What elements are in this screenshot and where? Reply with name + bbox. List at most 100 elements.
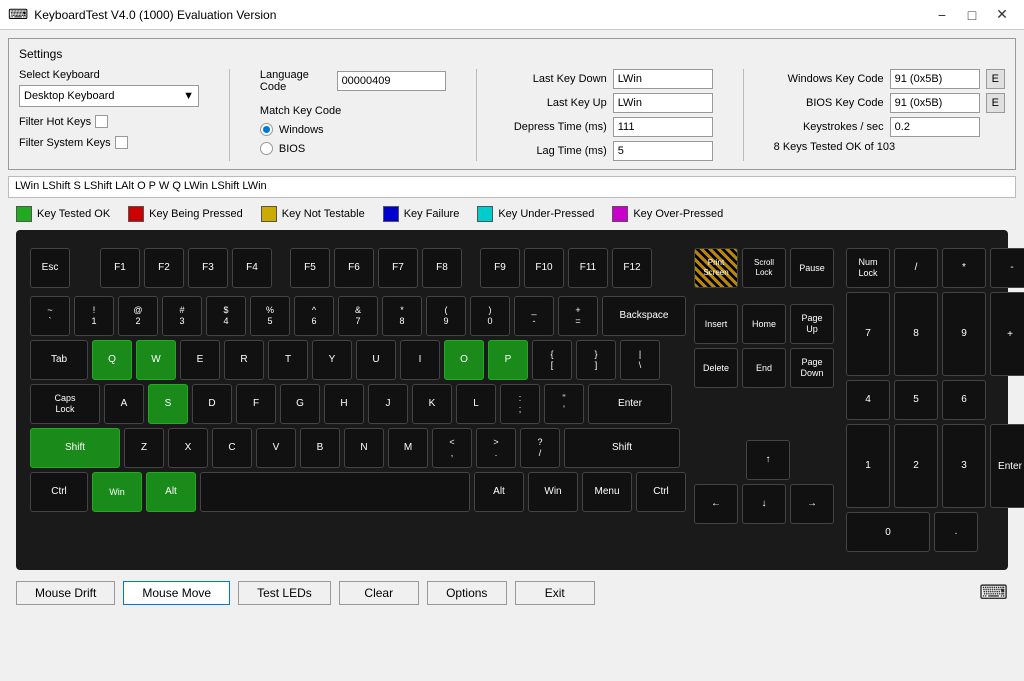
bios-radio-btn[interactable] xyxy=(260,142,273,155)
key-esc[interactable]: Esc xyxy=(30,248,70,288)
key-caps-lock[interactable]: CapsLock xyxy=(30,384,100,424)
key-r[interactable]: R xyxy=(224,340,264,380)
key-num-minus[interactable]: - xyxy=(990,248,1024,288)
mouse-move-button[interactable]: Mouse Move xyxy=(123,581,230,605)
key-num-1[interactable]: 1 xyxy=(846,424,890,508)
windows-radio-row[interactable]: Windows xyxy=(260,123,446,136)
key-num-decimal[interactable]: . xyxy=(934,512,978,552)
key-period[interactable]: >. xyxy=(476,428,516,468)
key-b[interactable]: B xyxy=(300,428,340,468)
key-print-screen[interactable]: PrintScreen xyxy=(694,248,738,288)
key-8[interactable]: *8 xyxy=(382,296,422,336)
key-5[interactable]: %5 xyxy=(250,296,290,336)
key-arrow-down[interactable]: ↓ xyxy=(742,484,786,524)
key-insert[interactable]: Insert xyxy=(694,304,738,344)
key-e[interactable]: E xyxy=(180,340,220,380)
clear-button[interactable]: Clear xyxy=(339,581,419,605)
key-semicolon[interactable]: :; xyxy=(500,384,540,424)
key-k[interactable]: K xyxy=(412,384,452,424)
key-0[interactable]: )0 xyxy=(470,296,510,336)
key-home[interactable]: Home xyxy=(742,304,786,344)
key-left-win[interactable]: Win xyxy=(92,472,142,512)
key-arrow-up[interactable]: ↑ xyxy=(746,440,790,480)
key-scroll-lock[interactable]: ScrollLock xyxy=(742,248,786,288)
windows-key-code-e-button[interactable]: E xyxy=(986,69,1005,89)
key-g[interactable]: G xyxy=(280,384,320,424)
key-1[interactable]: !1 xyxy=(74,296,114,336)
key-arrow-right[interactable]: → xyxy=(790,484,834,524)
key-f2[interactable]: F2 xyxy=(144,248,184,288)
key-w[interactable]: W xyxy=(136,340,176,380)
key-pause[interactable]: Pause xyxy=(790,248,834,288)
key-quote[interactable]: "' xyxy=(544,384,584,424)
key-right-win[interactable]: Win xyxy=(528,472,578,512)
key-u[interactable]: U xyxy=(356,340,396,380)
key-f6[interactable]: F6 xyxy=(334,248,374,288)
key-f9[interactable]: F9 xyxy=(480,248,520,288)
key-num-lock[interactable]: NumLock xyxy=(846,248,890,288)
key-n[interactable]: N xyxy=(344,428,384,468)
key-space[interactable] xyxy=(200,472,470,512)
key-a[interactable]: A xyxy=(104,384,144,424)
key-7[interactable]: &7 xyxy=(338,296,378,336)
key-backspace[interactable]: Backspace xyxy=(602,296,686,336)
key-f4[interactable]: F4 xyxy=(232,248,272,288)
key-end[interactable]: End xyxy=(742,348,786,388)
key-arrow-left[interactable]: ← xyxy=(694,484,738,524)
key-p[interactable]: P xyxy=(488,340,528,380)
key-num-7[interactable]: 7 xyxy=(846,292,890,376)
key-c[interactable]: C xyxy=(212,428,252,468)
exit-button[interactable]: Exit xyxy=(515,581,595,605)
key-page-up[interactable]: PageUp xyxy=(790,304,834,344)
key-backslash[interactable]: |\ xyxy=(620,340,660,380)
key-tilde[interactable]: ~` xyxy=(30,296,70,336)
keyboard-dropdown[interactable]: Desktop Keyboard ▼ xyxy=(19,85,199,107)
key-f5[interactable]: F5 xyxy=(290,248,330,288)
key-f7[interactable]: F7 xyxy=(378,248,418,288)
key-j[interactable]: J xyxy=(368,384,408,424)
key-right-alt[interactable]: Alt xyxy=(474,472,524,512)
key-y[interactable]: Y xyxy=(312,340,352,380)
filter-system-keys-checkbox[interactable] xyxy=(115,136,128,149)
filter-hot-keys-checkbox[interactable] xyxy=(95,115,108,128)
key-rbracket[interactable]: }] xyxy=(576,340,616,380)
key-num-asterisk[interactable]: * xyxy=(942,248,986,288)
key-comma[interactable]: <, xyxy=(432,428,472,468)
key-h[interactable]: H xyxy=(324,384,364,424)
key-page-down[interactable]: PageDown xyxy=(790,348,834,388)
maximize-button[interactable]: □ xyxy=(958,5,986,25)
test-leds-button[interactable]: Test LEDs xyxy=(238,581,331,605)
bios-key-code-e-button[interactable]: E xyxy=(986,93,1005,113)
key-lbracket[interactable]: {[ xyxy=(532,340,572,380)
key-equals[interactable]: += xyxy=(558,296,598,336)
key-f8[interactable]: F8 xyxy=(422,248,462,288)
key-f1[interactable]: F1 xyxy=(100,248,140,288)
key-left-ctrl[interactable]: Ctrl xyxy=(30,472,88,512)
key-x[interactable]: X xyxy=(168,428,208,468)
key-4[interactable]: $4 xyxy=(206,296,246,336)
bios-radio-row[interactable]: BIOS xyxy=(260,142,446,155)
key-num-9[interactable]: 9 xyxy=(942,292,986,376)
key-m[interactable]: M xyxy=(388,428,428,468)
key-delete[interactable]: Delete xyxy=(694,348,738,388)
key-slash[interactable]: ?/ xyxy=(520,428,560,468)
key-num-8[interactable]: 8 xyxy=(894,292,938,376)
key-q[interactable]: Q xyxy=(92,340,132,380)
options-button[interactable]: Options xyxy=(427,581,507,605)
key-num-plus[interactable]: + xyxy=(990,292,1024,376)
key-num-4[interactable]: 4 xyxy=(846,380,890,420)
key-num-slash[interactable]: / xyxy=(894,248,938,288)
close-button[interactable]: ✕ xyxy=(988,5,1016,25)
key-enter[interactable]: Enter xyxy=(588,384,672,424)
key-l[interactable]: L xyxy=(456,384,496,424)
key-num-enter[interactable]: Enter xyxy=(990,424,1024,508)
key-s[interactable]: S xyxy=(148,384,188,424)
key-d[interactable]: D xyxy=(192,384,232,424)
mouse-drift-button[interactable]: Mouse Drift xyxy=(16,581,115,605)
key-right-ctrl[interactable]: Ctrl xyxy=(636,472,686,512)
key-minus[interactable]: _- xyxy=(514,296,554,336)
key-f3[interactable]: F3 xyxy=(188,248,228,288)
key-f12[interactable]: F12 xyxy=(612,248,652,288)
key-f[interactable]: F xyxy=(236,384,276,424)
key-t[interactable]: T xyxy=(268,340,308,380)
